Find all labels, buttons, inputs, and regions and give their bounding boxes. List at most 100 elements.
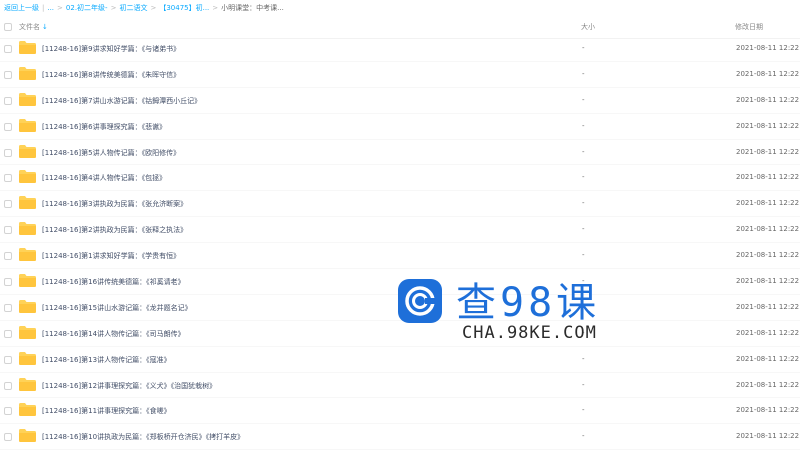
folder-icon xyxy=(19,429,36,443)
folder-icon xyxy=(19,377,36,391)
folder-icon xyxy=(19,66,36,80)
table-row[interactable]: [11248-16]第13讲人物传记篇：《寇准》 - 2021-08-11 12:2… xyxy=(0,347,800,373)
file-size: - xyxy=(582,406,585,415)
table-row[interactable]: [11248-16]第16讲传统美德篇：《祁奚请老》 - 2021-08-11 12… xyxy=(0,269,800,295)
file-date: 2021-08-11 12:22 xyxy=(736,328,800,337)
file-size: - xyxy=(582,432,585,441)
breadcrumb-separator: > xyxy=(110,4,117,12)
row-checkbox[interactable] xyxy=(4,122,12,131)
file-size: - xyxy=(582,199,585,208)
row-checkbox[interactable] xyxy=(4,96,12,105)
name-column-label: 文件名 xyxy=(19,23,40,31)
file-list: [11248-16]第9讲求知好学篇：《与诸弟书》 - 2021-08-11 12:… xyxy=(0,36,800,450)
row-checkbox[interactable] xyxy=(4,45,12,53)
table-row[interactable]: [11248-16]第6讲事理探究篇：《悲谳》 - 2021-08-11 12:22 xyxy=(0,114,800,140)
file-name-link[interactable]: [11248-16]第7讲山水游记篇：《钴鉧潭西小丘记》 xyxy=(42,96,201,106)
folder-icon xyxy=(19,403,36,417)
breadcrumb-current: 小明课堂：中考课... xyxy=(221,4,284,12)
row-checkbox[interactable] xyxy=(4,381,12,390)
table-row[interactable]: [11248-16]第2讲执政为民篇：《张释之执法》 - 2021-08-11 12… xyxy=(0,217,800,244)
file-size: - xyxy=(582,173,585,182)
breadcrumb-separator: > xyxy=(212,4,219,12)
file-name-link[interactable]: [11248-16]第13讲人物传记篇：《寇准》 xyxy=(42,355,171,365)
breadcrumb: 返回上一级 | ... > 02.初二年级- > 初二语文 > 【30475】初… xyxy=(4,0,794,16)
file-date: 2021-08-11 12:22 xyxy=(736,199,800,208)
table-row[interactable]: [11248-16]第12讲事理探究篇：《义犬》《治国犹栽树》 - 2021-08-… xyxy=(0,373,800,399)
file-size: - xyxy=(582,380,585,389)
table-row[interactable]: [11248-16]第1讲求知好学篇：《学贵有恒》 - 2021-08-11 12:… xyxy=(0,243,800,270)
file-name-link[interactable]: [11248-16]第9讲求知好学篇：《与诸弟书》 xyxy=(42,44,180,54)
breadcrumb-course-link[interactable]: 【30475】初... xyxy=(159,3,209,13)
file-date: 2021-08-11 12:22 xyxy=(736,44,800,52)
breadcrumb-separator: | xyxy=(42,4,45,12)
file-date: 2021-08-11 12:22 xyxy=(736,406,800,415)
row-checkbox[interactable] xyxy=(4,355,12,364)
table-row[interactable]: [11248-16]第15讲山水游记篇：《龙井题名记》 - 2021-08-11 1… xyxy=(0,295,800,321)
file-date: 2021-08-11 12:22 xyxy=(736,147,800,156)
row-checkbox[interactable] xyxy=(4,407,12,416)
row-checkbox[interactable] xyxy=(4,278,12,287)
file-size: - xyxy=(582,44,585,52)
table-row[interactable]: [11248-16]第5讲人物传记篇：《欧阳修传》 - 2021-08-11 12:… xyxy=(0,140,800,166)
file-name-link[interactable]: [11248-16]第10讲执政为民篇：《郑板桥开仓济民》《拷打羊皮》 xyxy=(42,432,244,442)
file-size: - xyxy=(582,225,585,234)
folder-icon xyxy=(19,170,36,184)
row-checkbox[interactable] xyxy=(4,329,12,338)
file-name-link[interactable]: [11248-16]第2讲执政为民篇：《张释之执法》 xyxy=(42,225,187,235)
file-name-link[interactable]: [11248-16]第15讲山水游记篇：《龙井题名记》 xyxy=(42,303,192,313)
table-row[interactable]: [11248-16]第10讲执政为民篇：《郑板桥开仓济民》《拷打羊皮》 - 2021… xyxy=(0,424,800,450)
folder-icon xyxy=(19,299,36,313)
file-size: - xyxy=(582,354,585,363)
date-column-header[interactable]: 修改日期 xyxy=(735,22,763,32)
table-row[interactable]: [11248-16]第11讲事理探究篇：《食嗟》 - 2021-08-11 12:2… xyxy=(0,398,800,425)
file-date: 2021-08-11 12:22 xyxy=(736,251,800,260)
folder-icon xyxy=(19,248,36,262)
breadcrumb-grade-link[interactable]: 02.初二年级- xyxy=(66,3,108,13)
name-column-header[interactable]: 文件名 ↓ xyxy=(19,22,48,32)
row-checkbox[interactable] xyxy=(4,148,12,157)
size-column-header[interactable]: 大小 xyxy=(581,22,595,32)
file-date: 2021-08-11 12:22 xyxy=(736,121,800,130)
folder-icon xyxy=(19,351,36,365)
file-size: - xyxy=(582,302,585,311)
table-row[interactable]: [11248-16]第9讲求知好学篇：《与诸弟书》 - 2021-08-11 12:… xyxy=(0,36,800,62)
file-name-link[interactable]: [11248-16]第11讲事理探究篇：《食嗟》 xyxy=(42,406,171,416)
file-name-link[interactable]: [11248-16]第4讲人物传记篇：《包拯》 xyxy=(42,173,166,183)
folder-icon xyxy=(19,41,36,54)
breadcrumb-subject-link[interactable]: 初二语文 xyxy=(119,3,147,13)
folder-icon xyxy=(19,274,36,288)
table-row[interactable]: [11248-16]第8讲传统美德篇：《朱晖守信》 - 2021-08-11 12:… xyxy=(0,62,800,88)
file-date: 2021-08-11 12:22 xyxy=(736,69,800,78)
row-checkbox[interactable] xyxy=(4,226,12,235)
file-size: - xyxy=(582,69,585,78)
file-name-link[interactable]: [11248-16]第16讲传统美德篇：《祁奚请老》 xyxy=(42,277,185,287)
row-checkbox[interactable] xyxy=(4,252,12,261)
file-date: 2021-08-11 12:22 xyxy=(736,302,800,311)
row-checkbox[interactable] xyxy=(4,174,12,183)
breadcrumb-ellipsis-link[interactable]: ... xyxy=(47,4,54,12)
file-name-link[interactable]: [11248-16]第1讲求知好学篇：《学贵有恒》 xyxy=(42,251,180,261)
file-name-link[interactable]: [11248-16]第14讲人物传记篇：《司马朗传》 xyxy=(42,329,185,339)
table-row[interactable]: [11248-16]第3讲执政为民篇：《张允济断案》 - 2021-08-11 12… xyxy=(0,191,800,218)
table-row[interactable]: [11248-16]第7讲山水游记篇：《钴鉧潭西小丘记》 - 2021-08-11 … xyxy=(0,88,800,114)
row-checkbox[interactable] xyxy=(4,433,12,442)
folder-icon xyxy=(19,196,36,210)
row-checkbox[interactable] xyxy=(4,303,12,312)
breadcrumb-back-link[interactable]: 返回上一级 xyxy=(4,3,39,13)
file-date: 2021-08-11 12:22 xyxy=(736,95,800,104)
file-name-link[interactable]: [11248-16]第8讲传统美德篇：《朱晖守信》 xyxy=(42,70,180,80)
file-date: 2021-08-11 12:22 xyxy=(736,380,800,389)
file-name-link[interactable]: [11248-16]第6讲事理探究篇：《悲谳》 xyxy=(42,122,166,132)
file-size: - xyxy=(582,121,585,130)
arrow-down-icon[interactable]: ↓ xyxy=(42,23,48,31)
table-row[interactable]: [11248-16]第4讲人物传记篇：《包拯》 - 2021-08-11 12:22 xyxy=(0,165,800,192)
row-checkbox[interactable] xyxy=(4,70,12,79)
table-row[interactable]: [11248-16]第14讲人物传记篇：《司马朗传》 - 2021-08-11 12… xyxy=(0,321,800,347)
row-checkbox[interactable] xyxy=(4,200,12,209)
file-size: - xyxy=(582,251,585,260)
file-name-link[interactable]: [11248-16]第5讲人物传记篇：《欧阳修传》 xyxy=(42,148,180,158)
file-name-link[interactable]: [11248-16]第12讲事理探究篇：《义犬》《治国犹栽树》 xyxy=(42,381,216,391)
file-date: 2021-08-11 12:22 xyxy=(736,277,800,286)
select-all-checkbox[interactable] xyxy=(4,23,12,31)
file-name-link[interactable]: [11248-16]第3讲执政为民篇：《张允济断案》 xyxy=(42,199,187,209)
